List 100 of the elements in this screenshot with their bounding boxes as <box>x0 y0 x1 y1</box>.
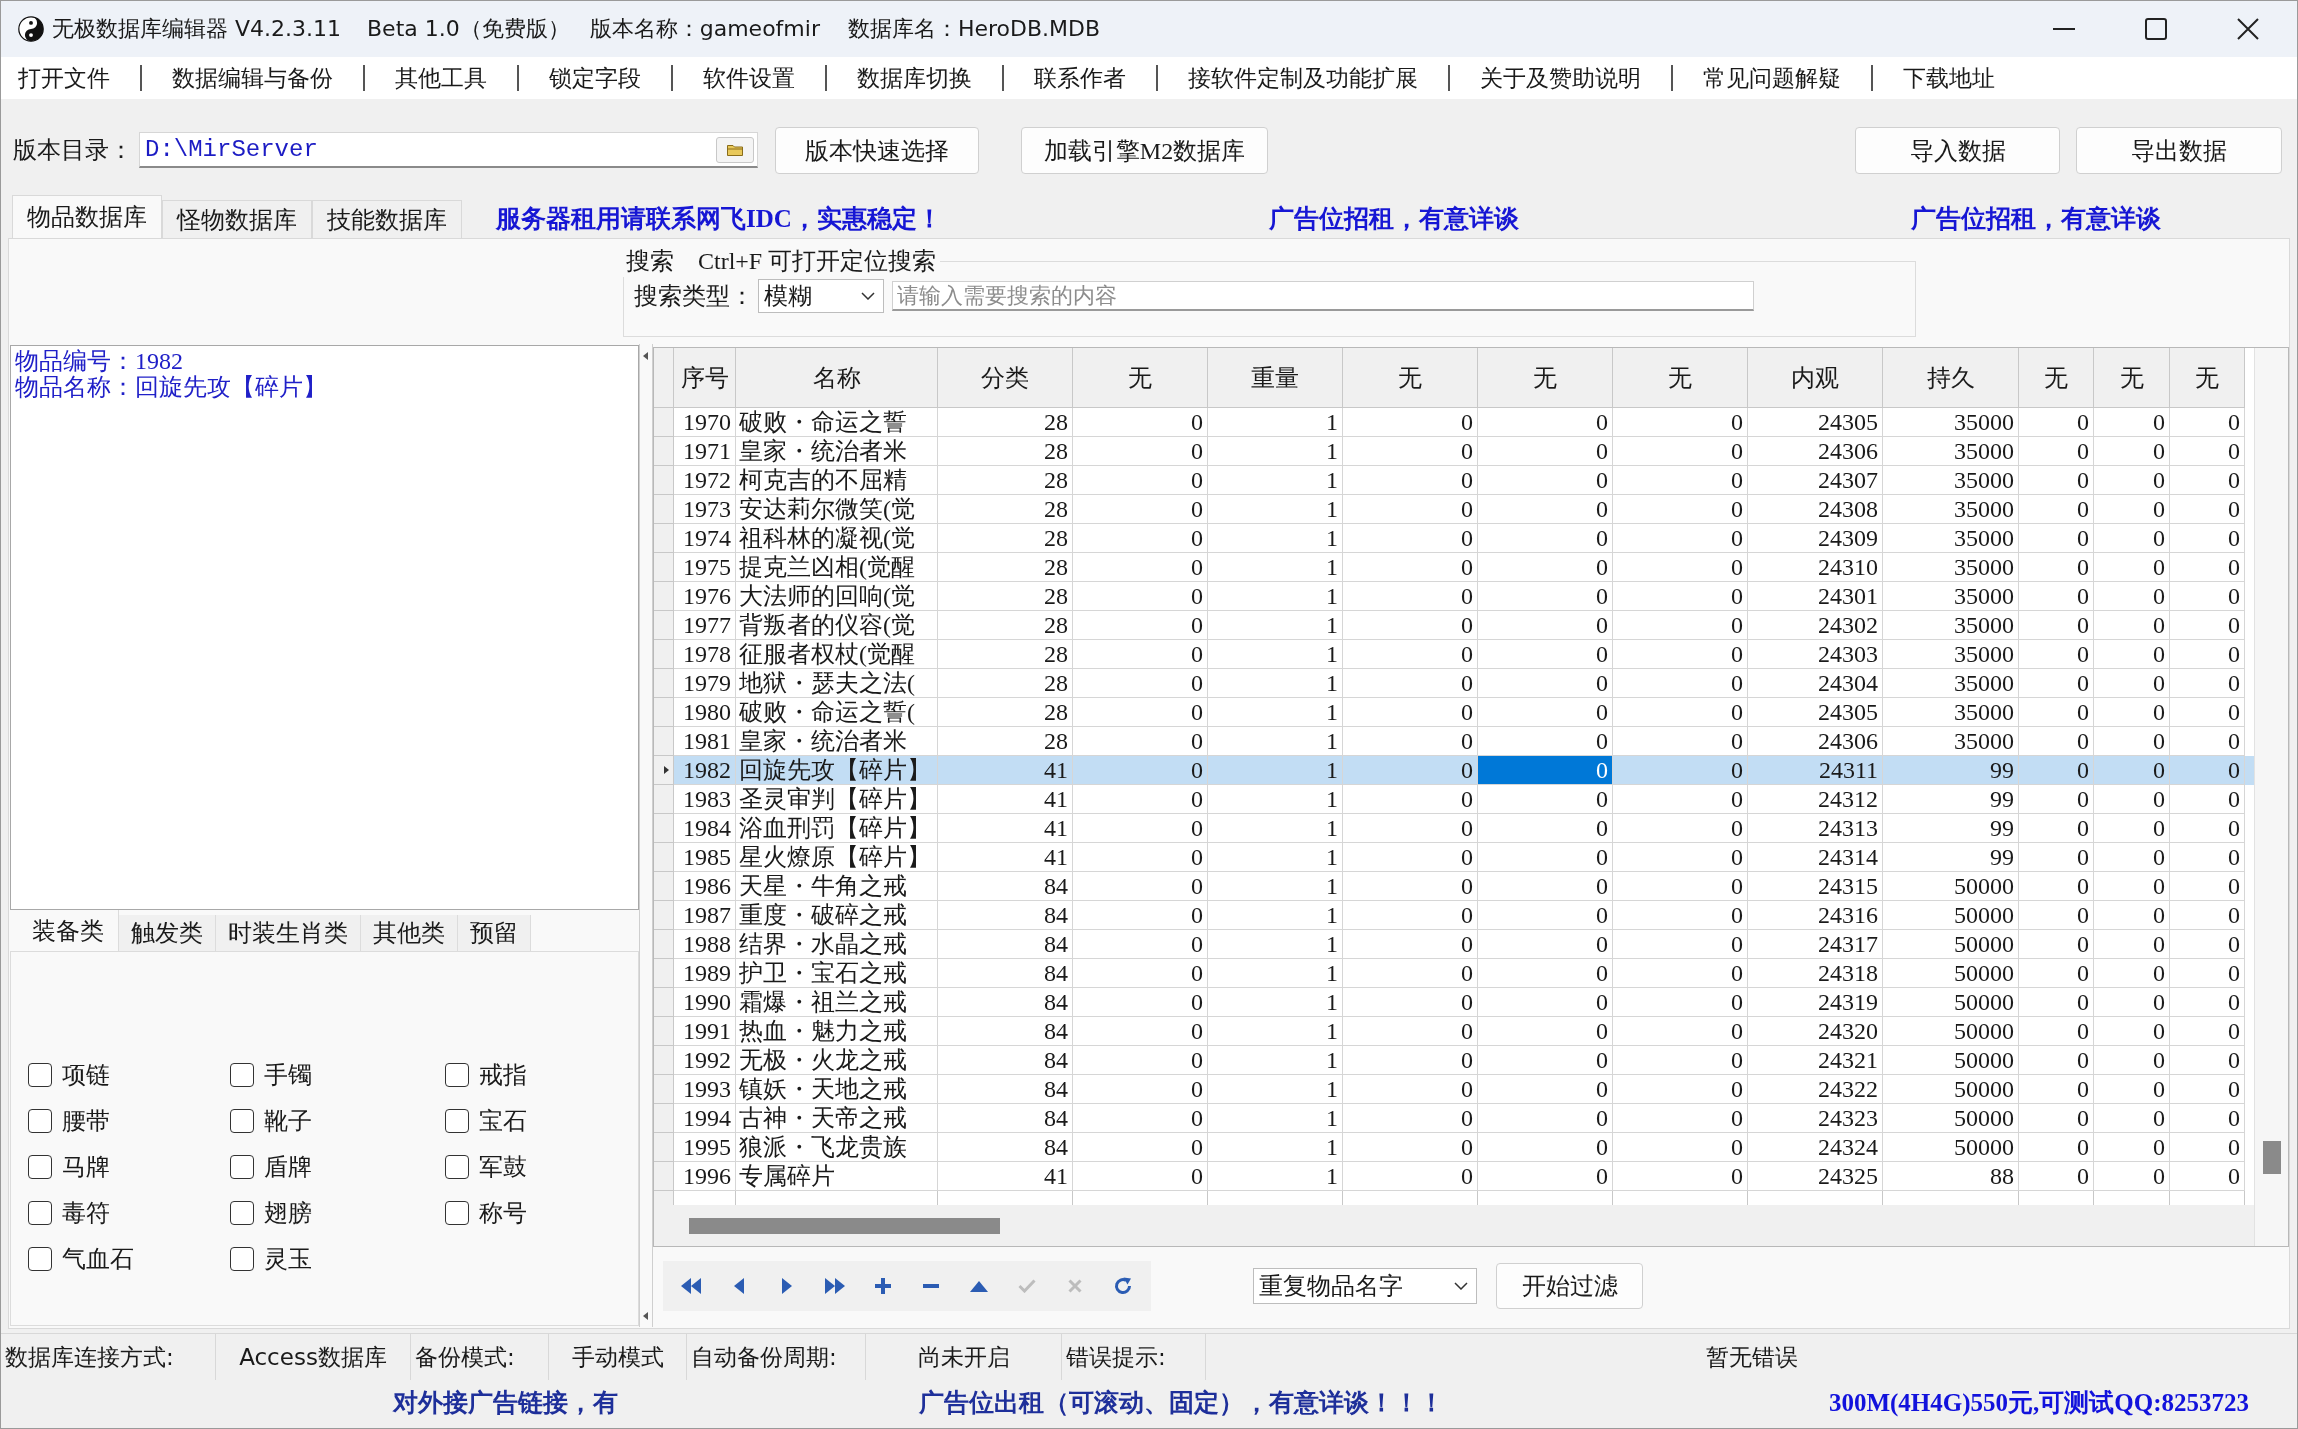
table-row[interactable]: 1996 专属碎片 41 0 1 0 0 0 24325 88 0 0 0 <box>654 1162 2254 1192</box>
toolbar-button[interactable]: 导出数据 <box>2076 127 2282 174</box>
checkbox[interactable]: 气血石 <box>28 1236 230 1282</box>
column-header[interactable]: 重量 <box>1208 348 1343 409</box>
table-row[interactable]: 1986 天星・牛角之戒 84 0 1 0 0 0 24315 50000 0 0 0 <box>654 872 2254 902</box>
scrollbar-thumb[interactable] <box>689 1217 1000 1234</box>
menu-item[interactable]: 关于及赞助说明 <box>1480 62 1641 94</box>
column-header[interactable]: 序号 <box>674 348 736 409</box>
tab[interactable]: 触发类 <box>119 915 216 951</box>
menu-item[interactable]: 接软件定制及功能扩展 <box>1188 62 1418 94</box>
menu-item[interactable]: 联系作者 <box>1034 62 1126 94</box>
tab[interactable]: 物品数据库 <box>12 195 162 238</box>
menu-item[interactable]: 锁定字段 <box>549 62 641 94</box>
table-cell: 41 <box>938 1162 1073 1192</box>
menu-item[interactable]: 打开文件 <box>18 62 110 94</box>
table-row[interactable]: 1982 回旋先攻【碎片】 41 0 1 0 0 0 24311 99 0 0 0 <box>654 756 2254 786</box>
table-row[interactable]: 1975 提克兰凶相(觉醒 28 0 1 0 0 0 24310 35000 0 0 0 <box>654 553 2254 583</box>
table-cell: 41 <box>938 843 1073 873</box>
checkbox[interactable]: 手镯 <box>230 1052 445 1098</box>
column-header[interactable]: 名称 <box>736 348 938 409</box>
table-row[interactable]: 1992 无极・火龙之戒 84 0 1 0 0 0 24321 50000 0 0 0 <box>654 1046 2254 1076</box>
checkbox[interactable]: 称号 <box>445 1190 625 1236</box>
table-row[interactable]: 1973 安达莉尔微笑(觉 28 0 1 0 0 0 24308 35000 0 0 0 <box>654 495 2254 525</box>
search-field[interactable]: 请输入需要搜索的内容 <box>892 281 1754 311</box>
double-right-arrow-icon[interactable] <box>825 1278 845 1294</box>
refresh-icon[interactable] <box>1114 1277 1132 1295</box>
toolbar-button[interactable]: 版本快速选择 <box>775 127 979 174</box>
filter-select[interactable]: 重复物品名字 <box>1253 1268 1477 1304</box>
menu-item[interactable]: 常见问题解疑 <box>1703 62 1841 94</box>
table-row[interactable]: 1988 结界・水晶之戒 84 0 1 0 0 0 24317 50000 0 0 0 <box>654 930 2254 960</box>
table-row[interactable]: 1984 浴血刑罚【碎片】 41 0 1 0 0 0 24313 99 0 0 0 <box>654 814 2254 844</box>
checkbox[interactable]: 军鼓 <box>445 1144 625 1190</box>
table-row[interactable]: 1993 镇妖・天地之戒 84 0 1 0 0 0 24322 50000 0 0 0 <box>654 1075 2254 1105</box>
table-row[interactable]: 1977 背叛者的仪容(觉 28 0 1 0 0 0 24302 35000 0 0 0 <box>654 611 2254 641</box>
checkbox[interactable]: 灵玉 <box>230 1236 445 1282</box>
maximize-icon[interactable] <box>2145 18 2167 40</box>
checkbox[interactable]: 靴子 <box>230 1098 445 1144</box>
table-row[interactable]: 1974 祖科林的凝视(觉 28 0 1 0 0 0 24309 35000 0 0 0 <box>654 524 2254 554</box>
checkbox[interactable]: 毒符 <box>28 1190 230 1236</box>
plus-icon[interactable] <box>875 1278 891 1294</box>
table-row[interactable]: 1978 征服者权杖(觉醒 28 0 1 0 0 0 24303 35000 0 0 0 <box>654 640 2254 670</box>
column-header[interactable]: 内观 <box>1748 348 1883 409</box>
table-row[interactable]: 1985 星火燎原【碎片】 41 0 1 0 0 0 24314 99 0 0 0 <box>654 843 2254 873</box>
tab[interactable]: 怪物数据库 <box>162 200 312 238</box>
checkbox[interactable]: 翅膀 <box>230 1190 445 1236</box>
menu-item[interactable]: 数据库切换 <box>857 62 972 94</box>
table-row[interactable]: 1989 护卫・宝石之戒 84 0 1 0 0 0 24318 50000 0 0 0 <box>654 959 2254 989</box>
column-header[interactable]: 无 <box>1343 348 1478 409</box>
table-cell: 0 <box>2019 1046 2094 1076</box>
double-left-arrow-icon[interactable] <box>681 1278 701 1294</box>
filter-button[interactable]: 开始过滤 <box>1496 1263 1643 1309</box>
checkbox[interactable]: 宝石 <box>445 1098 625 1144</box>
search-type-select[interactable]: 模糊 <box>758 279 884 313</box>
table-row[interactable]: 1991 热血・魅力之戒 84 0 1 0 0 0 24320 50000 0 0 0 <box>654 1017 2254 1047</box>
table-row[interactable]: 1979 地狱・瑟夫之法( 28 0 1 0 0 0 24304 35000 0 0 0 <box>654 669 2254 699</box>
table-row[interactable]: 1990 霜爆・祖兰之戒 84 0 1 0 0 0 24319 50000 0 0 0 <box>654 988 2254 1018</box>
table-row[interactable]: 1980 破败・命运之誓( 28 0 1 0 0 0 24305 35000 0 0 0 <box>654 698 2254 728</box>
checkbox[interactable]: 项链 <box>28 1052 230 1098</box>
right-arrow-icon[interactable] <box>782 1278 792 1294</box>
browse-button[interactable] <box>716 136 754 163</box>
table-row[interactable]: 1972 柯克吉的不屈精 28 0 1 0 0 0 24307 35000 0 0 0 <box>654 466 2254 496</box>
table-row[interactable]: 1971 皇家・统治者米 28 0 1 0 0 0 24306 35000 0 0 0 <box>654 437 2254 467</box>
table-row[interactable]: 1995 狼派・飞龙贵族 84 0 1 0 0 0 24324 50000 0 0 0 <box>654 1133 2254 1163</box>
status-value: 尚未开启 <box>917 1342 1010 1372</box>
table-row[interactable]: 1976 大法师的回响(觉 28 0 1 0 0 0 24301 35000 0 0 0 <box>654 582 2254 612</box>
tab[interactable]: 技能数据库 <box>312 200 462 238</box>
up-triangle-icon[interactable] <box>970 1280 988 1292</box>
path-field[interactable]: D:\MirServer <box>139 132 758 168</box>
column-header[interactable]: 分类 <box>938 348 1073 409</box>
menu-item[interactable]: 其他工具 <box>395 62 487 94</box>
table-cell: 0 <box>1343 930 1478 960</box>
column-header[interactable]: 无 <box>1478 348 1613 409</box>
checkbox[interactable]: 戒指 <box>445 1052 625 1098</box>
menu-item[interactable]: 数据编辑与备份 <box>172 62 333 94</box>
column-header[interactable]: 无 <box>1073 348 1208 409</box>
checkbox[interactable]: 马牌 <box>28 1144 230 1190</box>
menu-item[interactable]: 软件设置 <box>703 62 795 94</box>
splitter-arrow-icon[interactable] <box>643 1312 648 1320</box>
checkbox[interactable]: 腰带 <box>28 1098 230 1144</box>
scrollbar-thumb[interactable] <box>2263 1141 2281 1174</box>
left-arrow-icon[interactable] <box>734 1278 744 1294</box>
toolbar-button[interactable]: 加载引擎M2数据库 <box>1021 127 1268 174</box>
column-header[interactable]: 无 <box>2094 348 2170 409</box>
menu-item[interactable]: 下载地址 <box>1903 62 1995 94</box>
column-header[interactable]: 持久 <box>1883 348 2019 409</box>
tab[interactable]: 时装生肖类 <box>216 915 361 951</box>
column-header[interactable]: 无 <box>2019 348 2094 409</box>
column-header[interactable]: 无 <box>1613 348 1748 409</box>
table-row[interactable]: 1994 古神・天帝之戒 84 0 1 0 0 0 24323 50000 0 0 0 <box>654 1104 2254 1134</box>
checkbox[interactable]: 盾牌 <box>230 1144 445 1190</box>
close-icon[interactable] <box>2237 18 2259 40</box>
table-row[interactable]: 1987 重度・破碎之戒 84 0 1 0 0 0 24316 50000 0 0 0 <box>654 901 2254 931</box>
table-row[interactable]: 1970 破败・命运之誓 28 0 1 0 0 0 24305 35000 0 0 0 <box>654 408 2254 438</box>
column-header[interactable]: 无 <box>2170 348 2245 409</box>
tab[interactable]: 其他类 <box>361 915 458 951</box>
table-cell: 1991 <box>674 1017 736 1047</box>
tab[interactable]: 预留 <box>458 915 531 951</box>
toolbar-button[interactable]: 导入数据 <box>1855 127 2060 174</box>
table-row[interactable]: 1983 圣灵审判【碎片】 41 0 1 0 0 0 24312 99 0 0 0 <box>654 785 2254 815</box>
splitter-arrow-icon[interactable] <box>643 352 648 360</box>
